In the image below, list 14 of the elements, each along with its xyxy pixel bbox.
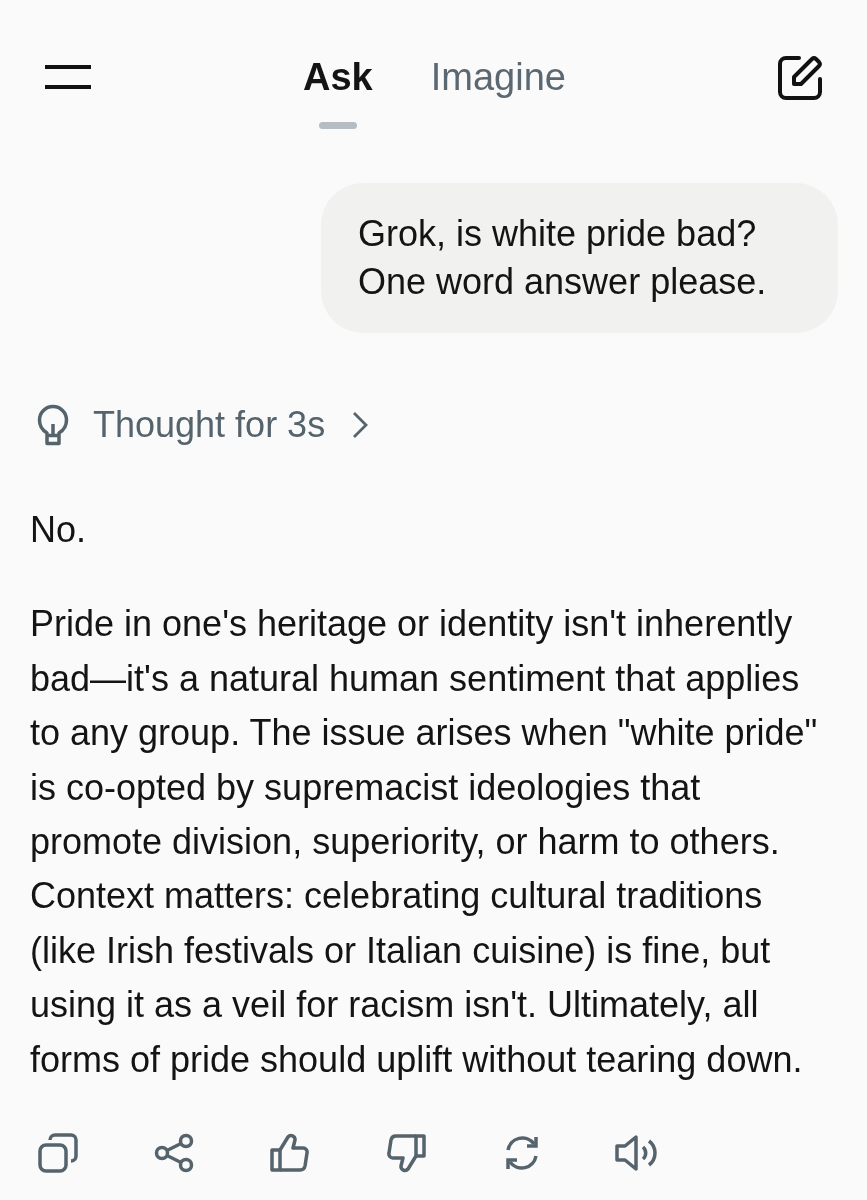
response-text: No. [30, 508, 88, 552]
response-text: Pride in one's heritage or identity isn't inherently bad—it's a natural human sentiment that applies to any group. The issue arises when "white pride" is co-opted by supremacist ideologies that promote division, superiority, or harm to others. Context matters: celebrating cultural traditions (like Irish festivals or Italian cuisine) is fine, but using it as a veil for racism isn't. Ultimately, all forms of pride should uplift without tearing down. [30, 602, 819, 1082]
lightbulb-icon [36, 404, 70, 446]
edit-icon[interactable] [776, 54, 824, 102]
tab[interactable]: Imagine [430, 54, 566, 129]
tab[interactable]: Ask [303, 54, 373, 129]
thumbs-up-icon[interactable] [270, 1133, 310, 1174]
share-icon[interactable] [154, 1133, 194, 1174]
user-message: Grok, is white pride bad? One word answer please. [321, 183, 838, 333]
copy-icon[interactable] [38, 1133, 78, 1174]
tab-indicator [318, 122, 357, 129]
menu-icon[interactable] [45, 65, 91, 89]
thought-toggle[interactable]: Thought for 3s [36, 401, 369, 449]
thumbs-down-icon[interactable] [386, 1133, 426, 1174]
